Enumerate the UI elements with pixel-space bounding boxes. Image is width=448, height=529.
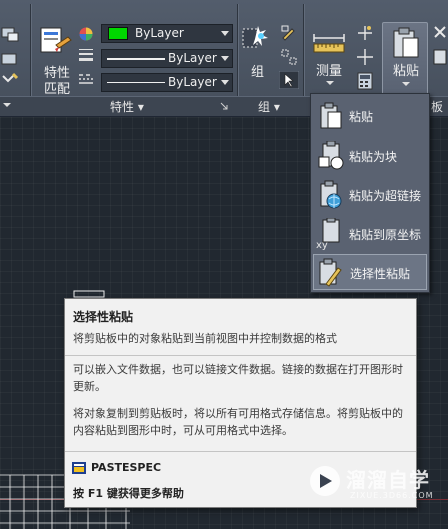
panel-title-properties[interactable]: 特性 ▾ [110,98,144,115]
point-style-icon[interactable] [356,24,374,42]
layer-tools-icon[interactable] [0,26,20,88]
tooltip-divider [65,355,416,356]
calculator-icon[interactable] [357,72,373,90]
locate-point-icon[interactable] [356,48,374,66]
close-icon[interactable] [432,24,448,40]
chevron-down-icon [221,80,229,85]
paste-dropdown-menu: 粘贴 粘贴为块 粘贴为超链接 xy 粘贴到原坐标 选择性粘贴 [310,93,430,293]
group-label[interactable]: 组 [251,61,264,80]
chevron-down-icon [221,56,229,61]
chevron-down-icon[interactable] [2,101,12,109]
panel-launcher-icon[interactable] [219,101,229,111]
paste-as-hyperlink-icon [320,180,342,209]
color-combo-value: ByLayer [135,26,184,40]
watermark-text: 溜溜自学 [346,468,430,492]
lineweight-combo[interactable]: ByLayer [101,49,233,68]
watermark: 溜溜自学 ZIXUE.3D66.COM [304,460,448,510]
paste-special-icon [319,258,342,287]
copy-clip-icon[interactable] [432,48,448,66]
match-properties-label-2[interactable]: 匹配 [44,78,70,97]
panel-title-groups[interactable]: 组 ▾ [258,98,280,115]
watermark-url: ZIXUE.3D66.COM [350,491,434,500]
color-combo[interactable]: ByLayer [101,24,233,43]
measure-label[interactable]: 测量 [316,60,342,79]
menu-item-paste-as-block[interactable]: 粘贴为块 [313,138,427,174]
command-icon [72,462,86,474]
match-properties-icon[interactable] [38,25,74,59]
clipboard-icon [393,27,419,58]
tooltip-title: 选择性粘贴 [73,310,134,324]
linetype-combo[interactable]: ByLayer [101,73,233,92]
color-wheel-icon [79,27,93,41]
group-edit-icon[interactable] [280,24,298,42]
paste-button[interactable]: 粘贴 [382,22,428,96]
linetype-icon [79,74,93,84]
menu-item-paste-to-original-coordinates[interactable]: xy 粘贴到原坐标 [313,216,427,252]
tooltip-help-hint: 按 F1 键获得更多帮助 [73,487,184,500]
linetype-combo-value: ByLayer [168,75,217,89]
menu-item-label: 粘贴到原坐标 [349,228,422,242]
menu-item-paste[interactable]: 粘贴 [313,98,427,134]
tooltip-detail-2: 将对象复制到剪贴板时，将以所有可用格式存储信息。将剪贴板中的内容粘贴到图形中时，… [73,407,403,437]
measure-icon[interactable] [312,28,346,54]
tooltip-divider [65,451,416,452]
color-swatch [108,27,128,40]
linetype-sample [107,82,165,83]
menu-item-label: 粘贴为块 [349,150,398,164]
clipboard-icon [320,102,342,129]
menu-item-paste-as-hyperlink[interactable]: 粘贴为超链接 [313,177,427,213]
paste-to-original-coordinates-icon: xy [316,218,340,250]
tooltip-command-name: PASTESPEC [91,461,162,474]
paste-as-block-icon [318,141,344,170]
panel-title-clipboard[interactable]: 板 [431,98,443,115]
lineweight-combo-value: ByLayer [168,51,217,65]
menu-item-label: 选择性粘贴 [350,267,411,281]
watermark-logo-icon [310,466,340,496]
menu-item-label: 粘贴 [349,110,374,124]
tooltip-description: 将剪贴板中的对象粘贴到当前视图中并控制数据的格式 [73,332,337,345]
group-icon[interactable] [240,23,274,57]
chevron-down-icon [221,31,229,36]
tooltip-detail-1: 可以嵌入文件数据，也可以链接文件数据。链接的数据在打开图形时更新。 [73,363,403,393]
ungroup-icon[interactable] [280,48,298,66]
svg-text:xy: xy [316,240,328,250]
chevron-down-icon[interactable] [325,79,335,87]
group-selection-icon[interactable] [279,71,299,89]
menu-item-paste-special[interactable]: 选择性粘贴 [313,254,427,290]
lineweight-icon [79,49,93,61]
menu-item-label: 粘贴为超链接 [349,189,422,203]
chevron-down-icon [402,82,410,86]
paste-label: 粘贴 [393,64,420,79]
lineweight-sample [107,58,165,60]
